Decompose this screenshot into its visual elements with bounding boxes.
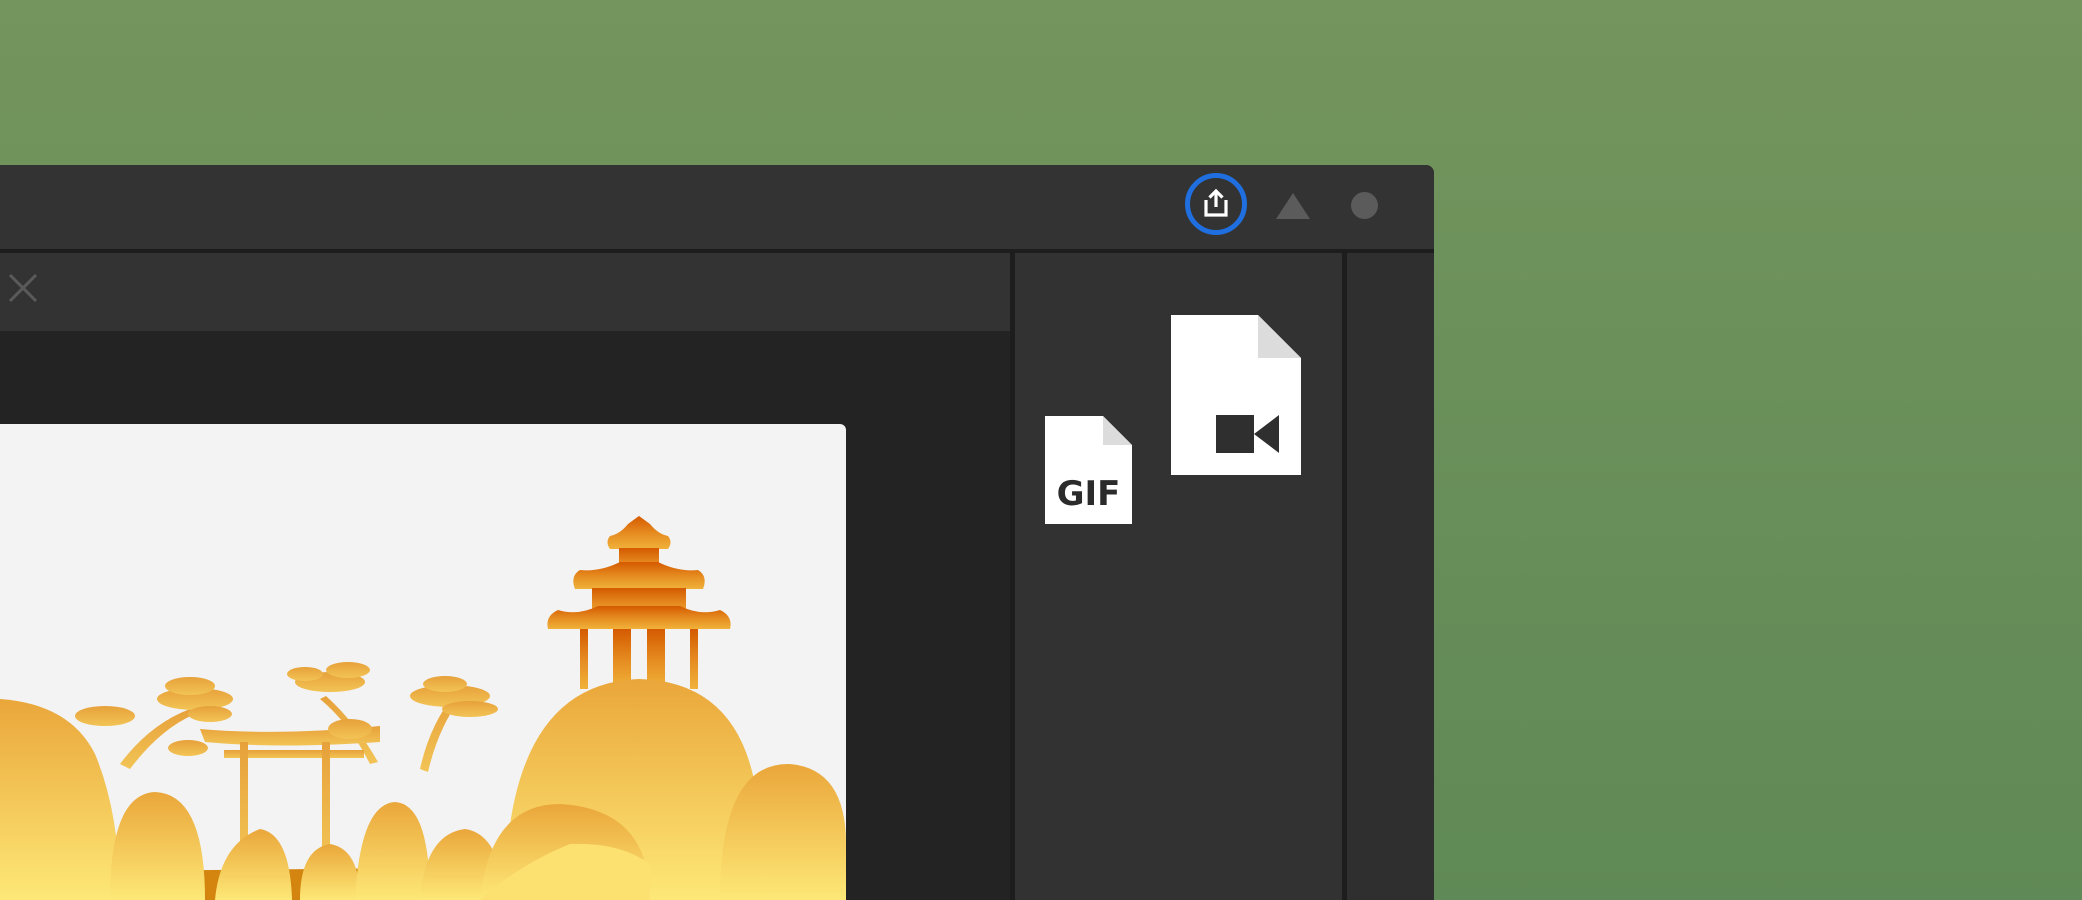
export-options-panel: GIF bbox=[1015, 253, 1342, 900]
artwork-preview bbox=[0, 424, 846, 900]
pagoda-landscape-image bbox=[0, 516, 846, 900]
app-window: GIF bbox=[0, 165, 1434, 900]
close-icon[interactable] bbox=[6, 271, 40, 305]
gif-export-option[interactable]: GIF bbox=[1045, 416, 1132, 524]
title-bar bbox=[0, 165, 1434, 253]
gif-label: GIF bbox=[1056, 474, 1121, 514]
video-file-icon bbox=[1171, 315, 1301, 475]
triangle-icon[interactable] bbox=[1276, 193, 1310, 219]
share-export-icon bbox=[1204, 188, 1228, 217]
side-strip bbox=[1347, 253, 1434, 900]
share-export-button[interactable] bbox=[1185, 173, 1247, 235]
document-tab-bar bbox=[0, 253, 1010, 331]
video-export-option[interactable] bbox=[1171, 315, 1301, 475]
canvas-area bbox=[0, 331, 1010, 900]
circle-icon[interactable] bbox=[1351, 192, 1378, 219]
